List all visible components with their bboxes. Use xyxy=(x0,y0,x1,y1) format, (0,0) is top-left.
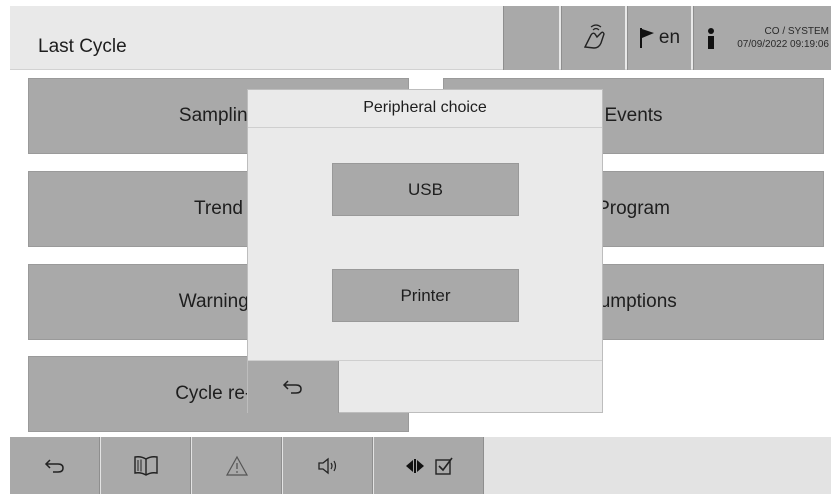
language-label: en xyxy=(658,27,681,48)
bottom-toolbar xyxy=(10,437,831,494)
printer-label: Printer xyxy=(400,285,451,305)
warning-icon xyxy=(225,455,248,476)
user-icon xyxy=(708,28,714,49)
header-empty-button[interactable] xyxy=(503,6,559,70)
tile-label: Events xyxy=(604,105,663,126)
dialog-title: Peripheral choice xyxy=(248,90,602,128)
tile-label: Program xyxy=(597,198,670,219)
peripheral-choice-dialog: Peripheral choice USB Printer xyxy=(247,89,603,413)
usb-label: USB xyxy=(408,179,443,199)
manual-book-icon xyxy=(133,455,158,476)
tile-label: Trend xyxy=(194,198,243,219)
manual-button[interactable] xyxy=(101,437,191,494)
datetime: 07/09/2022 09:19:06 xyxy=(737,39,829,50)
checkbox-icon xyxy=(434,457,453,475)
printer-button[interactable]: Printer xyxy=(332,269,519,322)
remote-touch-button[interactable] xyxy=(561,6,625,70)
sound-button[interactable] xyxy=(283,437,373,494)
back-button[interactable] xyxy=(10,437,100,494)
back-icon xyxy=(44,458,64,473)
page-title: Last Cycle xyxy=(38,36,127,57)
warnings-toolbar-button[interactable] xyxy=(192,437,282,494)
usb-button[interactable]: USB xyxy=(332,163,519,216)
dialog-back-button[interactable] xyxy=(248,361,339,413)
language-button[interactable]: en xyxy=(627,6,691,70)
door-confirm-button[interactable] xyxy=(374,437,484,494)
user-name: CO / SYSTEM xyxy=(764,26,829,37)
hand-touch-icon xyxy=(583,24,605,49)
header-bar: Last Cycle en CO / SYSTEM 07/09/2022 09:… xyxy=(10,6,831,70)
back-icon xyxy=(282,380,302,394)
arrows-icon xyxy=(405,458,424,473)
speaker-icon xyxy=(317,457,336,474)
flag-icon xyxy=(639,28,654,48)
tile-label: sumptions xyxy=(590,291,677,312)
user-info-button[interactable]: CO / SYSTEM 07/09/2022 09:19:06 xyxy=(693,6,831,70)
